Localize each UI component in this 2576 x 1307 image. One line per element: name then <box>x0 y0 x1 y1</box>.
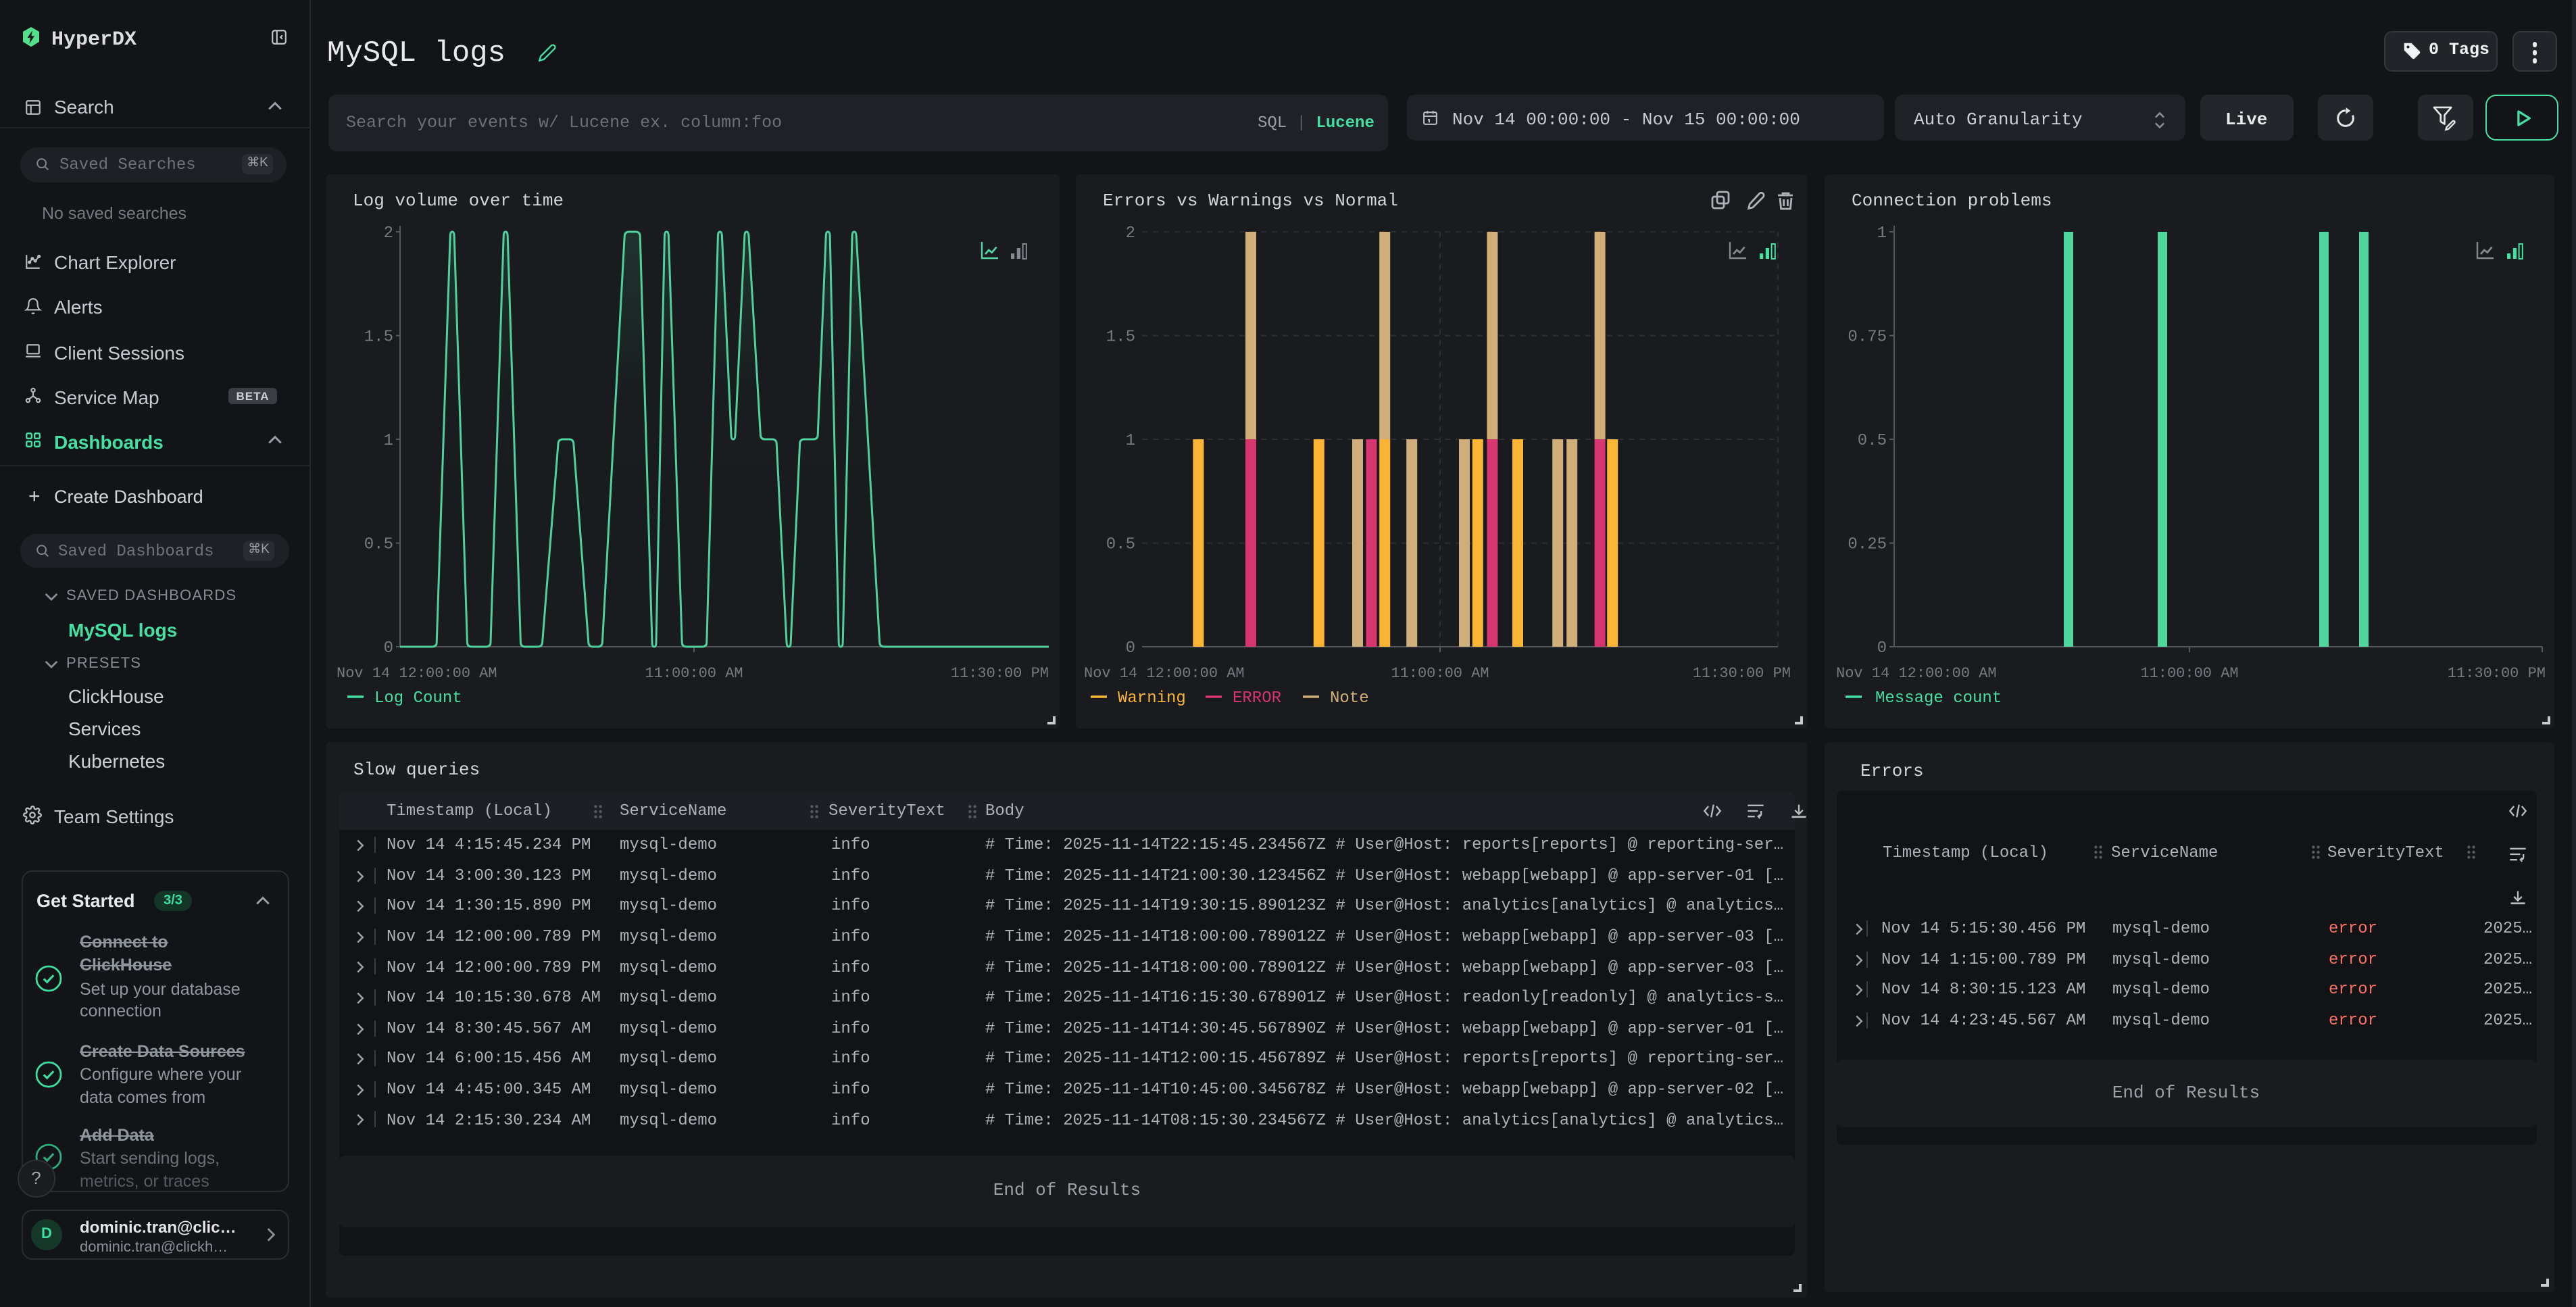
svg-text:Log Count: Log Count <box>374 689 462 708</box>
svg-text:1.5: 1.5 <box>1106 328 1135 347</box>
svg-text:11:30:00 PM: 11:30:00 PM <box>2448 665 2546 682</box>
svg-text:11:00:00 AM: 11:00:00 AM <box>1391 665 1489 682</box>
svg-text:1: 1 <box>1877 224 1887 243</box>
svg-text:2: 2 <box>384 224 393 243</box>
svg-text:Message count: Message count <box>1875 689 2002 708</box>
svg-text:0.25: 0.25 <box>1848 536 1887 554</box>
svg-text:Note: Note <box>1330 689 1369 708</box>
svg-text:0: 0 <box>1126 639 1135 658</box>
svg-text:Warning: Warning <box>1118 689 1186 708</box>
svg-text:1: 1 <box>384 432 393 450</box>
svg-text:0: 0 <box>1877 639 1887 658</box>
svg-text:0.75: 0.75 <box>1848 328 1887 347</box>
svg-text:11:00:00 AM: 11:00:00 AM <box>2140 665 2238 682</box>
svg-text:11:30:00 PM: 11:30:00 PM <box>1693 665 1791 682</box>
svg-text:Nov 14 12:00:00 AM: Nov 14 12:00:00 AM <box>1836 665 1997 682</box>
svg-text:11:30:00 PM: 11:30:00 PM <box>951 665 1049 682</box>
svg-text:0.5: 0.5 <box>364 536 393 554</box>
svg-text:0: 0 <box>384 639 393 658</box>
svg-text:Nov 14 12:00:00 AM: Nov 14 12:00:00 AM <box>1084 665 1245 682</box>
svg-text:2: 2 <box>1126 224 1135 243</box>
svg-text:11:00:00 AM: 11:00:00 AM <box>645 665 743 682</box>
svg-text:1: 1 <box>1126 432 1135 450</box>
svg-text:0.5: 0.5 <box>1106 536 1135 554</box>
svg-text:0.5: 0.5 <box>1858 432 1887 450</box>
svg-text:1.5: 1.5 <box>364 328 393 347</box>
svg-text:Nov 14 12:00:00 AM: Nov 14 12:00:00 AM <box>337 665 497 682</box>
svg-text:ERROR: ERROR <box>1233 689 1281 708</box>
